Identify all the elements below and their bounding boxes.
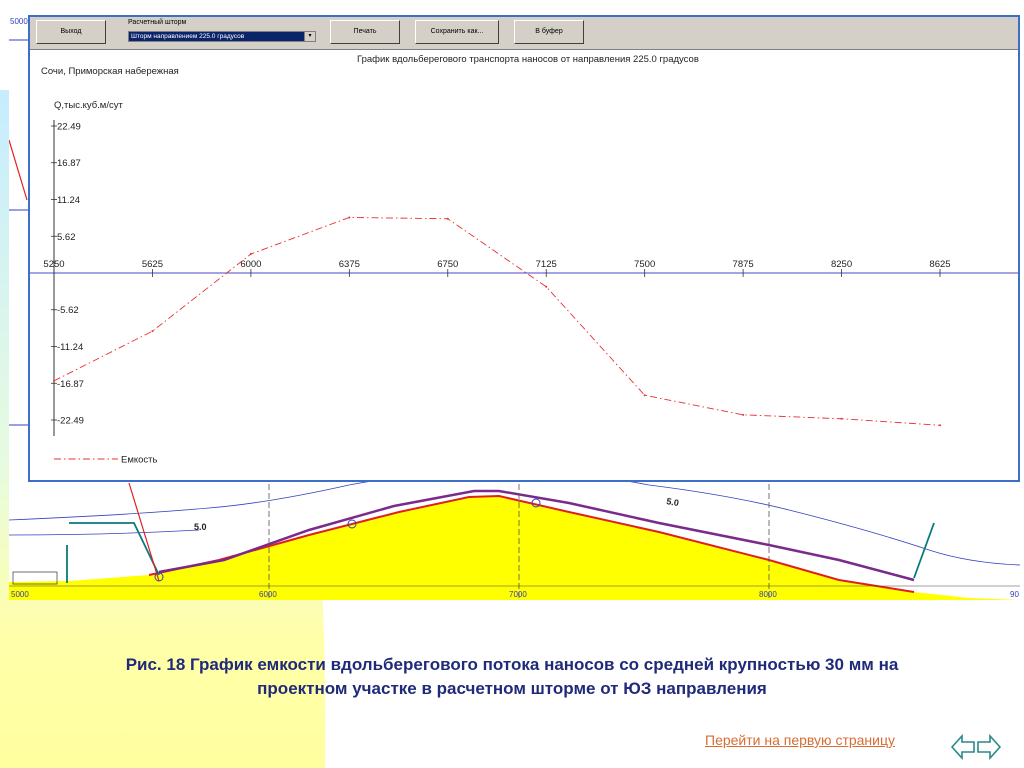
data-point [446, 217, 449, 220]
data-point [151, 330, 154, 333]
y-axis-label: Q,тыс.куб.м/сут [54, 100, 123, 111]
data-point [249, 253, 252, 256]
contour-label: 5.0 [194, 522, 207, 532]
first-page-link[interactable]: Перейти на первую страницу [705, 732, 895, 748]
nav-arrows [950, 733, 1002, 761]
cad-x-label: 5000 [11, 590, 29, 599]
series-line [53, 216, 941, 426]
data-point [840, 417, 843, 420]
data-point [348, 216, 351, 219]
data-point [545, 285, 548, 288]
cad-x-label: 90 [1010, 590, 1019, 599]
storm-select-value: Шторм направлением 225.0 градусов [131, 33, 245, 40]
data-point [939, 424, 941, 427]
cad-x-label: 8000 [759, 590, 777, 599]
toolbar: Выход Расчетный шторм Шторм направлением… [30, 17, 1018, 50]
cad-x-label: 6000 [259, 590, 277, 599]
x-tick-label: 6375 [339, 259, 360, 270]
x-tick-label: 5250 [43, 259, 64, 270]
cad-corner-label: 5000 [10, 17, 28, 26]
app-window: Выход Расчетный шторм Шторм направлением… [28, 15, 1020, 482]
caption-line-2: проектном участке в расчетном шторме от … [257, 679, 767, 698]
x-tick-label: 8625 [929, 259, 950, 270]
exit-button[interactable]: Выход [36, 20, 106, 44]
x-tick-label: 7875 [733, 259, 754, 270]
y-tick-label: -16.87 [57, 379, 84, 390]
x-tick-label: 7500 [634, 259, 655, 270]
chart-subtitle: Сочи, Приморская набережная [41, 66, 179, 77]
print-button[interactable]: Печать [330, 20, 400, 44]
arrow-left-icon[interactable] [950, 733, 975, 761]
x-tick-label: 5625 [142, 259, 163, 270]
x-tick-label: 7125 [536, 259, 557, 270]
legend-label: Емкость [121, 455, 158, 466]
caption-line-1: Рис. 18 График емкости вдольберегового п… [125, 655, 899, 674]
contour-label: 5.0 [666, 496, 680, 508]
x-tick-label: 8250 [831, 259, 852, 270]
arrow-right-icon[interactable] [977, 733, 1002, 761]
y-tick-label: -22.49 [57, 416, 84, 427]
clipboard-button[interactable]: В буфер [514, 20, 584, 44]
data-point [742, 413, 745, 416]
y-tick-label: -5.62 [57, 305, 79, 316]
storm-select[interactable]: Шторм направлением 225.0 градусов ▾ [128, 31, 316, 42]
x-tick-label: 6750 [437, 259, 458, 270]
cad-x-label: 7000 [509, 590, 527, 599]
chevron-down-icon[interactable]: ▾ [304, 32, 315, 41]
y-tick-label: 22.49 [57, 122, 81, 133]
chart-title: График вдольберегового транспорта наносо… [357, 54, 699, 65]
data-point [643, 394, 646, 397]
storm-label: Расчетный шторм [128, 19, 187, 26]
figure-caption: Рис. 18 График емкости вдольберегового п… [30, 653, 994, 701]
chart-plot-area: График вдольберегового транспорта наносо… [30, 54, 1018, 466]
x-tick-label: 6000 [240, 259, 261, 270]
y-tick-label: 5.62 [57, 232, 76, 243]
y-tick-label: 16.87 [57, 158, 81, 169]
save-as-button[interactable]: Сохранить как... [415, 20, 499, 44]
y-tick-label: 11.24 [57, 195, 80, 206]
y-tick-label: -11.24 [57, 342, 83, 353]
data-point [53, 379, 55, 382]
